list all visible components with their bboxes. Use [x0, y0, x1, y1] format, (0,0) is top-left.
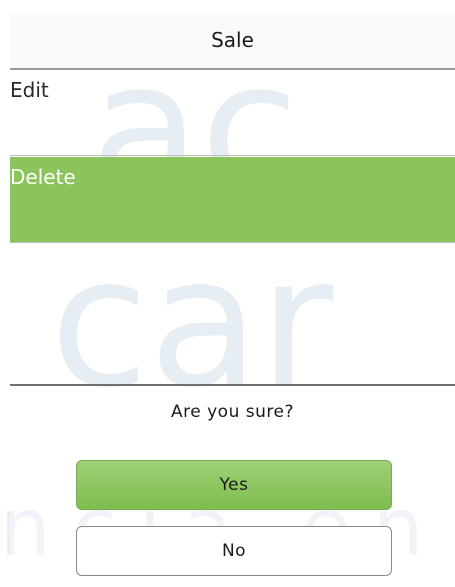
confirm-prompt: Are you sure?	[171, 402, 294, 422]
yes-button[interactable]: Yes	[76, 460, 392, 510]
confirm-dialog: Are you sure? Yes No	[10, 384, 455, 585]
menu-item-edit[interactable]: Edit	[10, 70, 455, 156]
no-button[interactable]: No	[76, 526, 392, 576]
menu-item-delete[interactable]: Delete	[10, 157, 455, 243]
page-title: Sale	[10, 12, 455, 70]
sale-screen: Sale Edit Delete Are you sure? Yes No	[10, 0, 455, 585]
